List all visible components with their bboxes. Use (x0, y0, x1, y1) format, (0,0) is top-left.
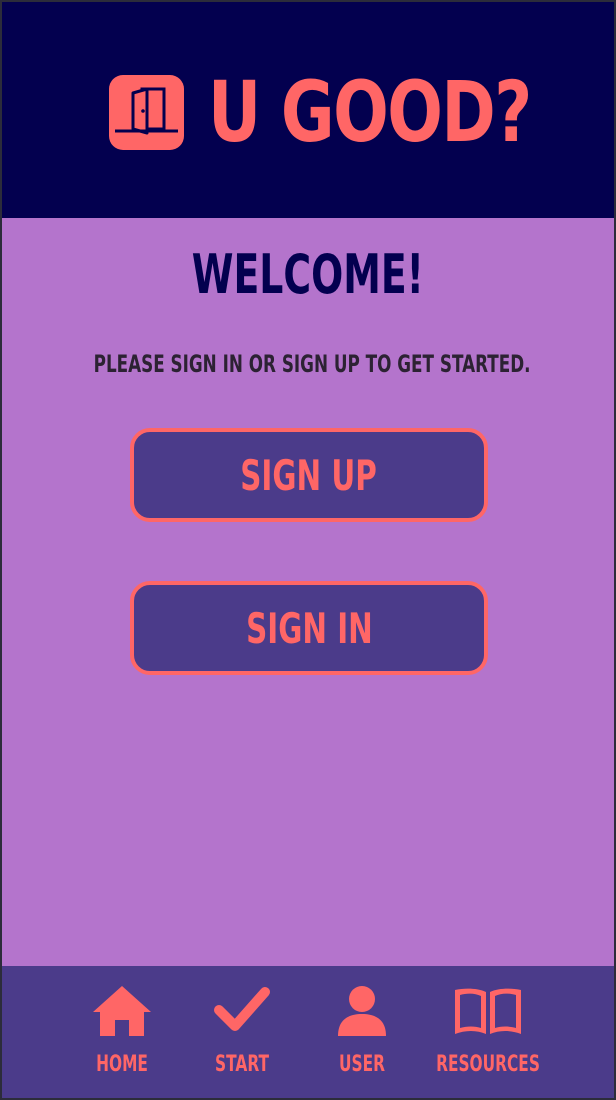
bottom-nav: HOME START USER RESOURCES (0, 966, 616, 1100)
sign-in-button[interactable]: SIGN IN (130, 581, 488, 675)
home-icon (93, 986, 151, 1036)
door-open-icon (108, 74, 184, 150)
nav-item-start[interactable]: START (182, 966, 302, 1100)
user-icon (338, 986, 386, 1036)
checkmark-icon (214, 987, 270, 1031)
welcome-subtitle: PLEASE SIGN IN OR SIGN UP TO GET STARTED… (93, 350, 531, 378)
nav-item-resources[interactable]: RESOURCES (428, 966, 548, 1100)
nav-label-user: USER (339, 1052, 385, 1077)
book-icon (455, 988, 521, 1034)
nav-label-home: HOME (96, 1052, 148, 1077)
nav-item-user[interactable]: USER (302, 966, 422, 1100)
app-title: U GOOD? (207, 63, 532, 161)
nav-item-home[interactable]: HOME (62, 966, 182, 1100)
welcome-heading: WELCOME! (191, 243, 425, 306)
sign-up-button[interactable]: SIGN UP (130, 428, 488, 522)
app-header: U GOOD? (0, 0, 616, 218)
nav-label-resources: RESOURCES (436, 1052, 540, 1077)
nav-label-start: START (215, 1052, 269, 1077)
welcome-panel: WELCOME! PLEASE SIGN IN OR SIGN UP TO GE… (0, 218, 616, 966)
logo: U GOOD? (108, 63, 532, 161)
